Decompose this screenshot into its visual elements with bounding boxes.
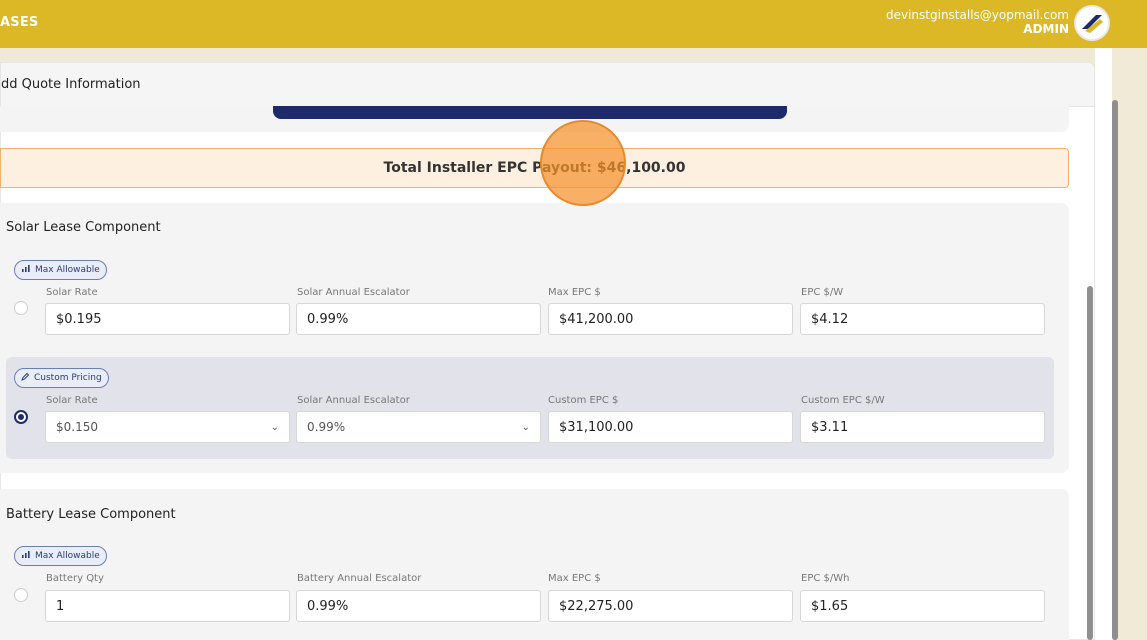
solar-section-title: Solar Lease Component	[6, 220, 161, 235]
custom-epc-input[interactable]: $31,100.00	[548, 411, 793, 443]
panel-scrollbar-track[interactable]	[1095, 48, 1112, 640]
company-logo-icon[interactable]	[1074, 5, 1110, 41]
battery-max-allowable-radio[interactable]	[14, 588, 28, 602]
top-header-bar: ASES devinstginstalls@yopmail.com ADMIN	[0, 0, 1147, 48]
field-label: EPC $/Wh	[801, 573, 850, 584]
custom-epc-per-watt-input[interactable]: $3.11	[800, 411, 1045, 443]
solar-custom-pricing-badge: Custom Pricing	[14, 368, 109, 388]
field-label: EPC $/W	[801, 287, 844, 298]
battery-lease-section: Battery Lease Component Max Allowable Ba…	[0, 489, 1069, 640]
custom-pricing-box	[6, 357, 1054, 459]
page-scrollbar-thumb[interactable]	[1112, 100, 1118, 640]
solar-custom-pricing-radio[interactable]	[14, 410, 28, 424]
user-role: ADMIN	[1023, 22, 1069, 36]
battery-epc-per-wh-input[interactable]: $1.65	[800, 590, 1045, 622]
pencil-icon	[21, 372, 30, 384]
battery-escalator-input[interactable]: 0.99%	[296, 590, 541, 622]
battery-max-epc-input[interactable]: $22,275.00	[548, 590, 793, 622]
field-label: Max EPC $	[548, 573, 601, 584]
panel-scrollbar-thumb[interactable]	[1087, 286, 1093, 640]
field-label: Custom EPC $/W	[801, 395, 885, 406]
panel-title: dd Quote Information	[1, 77, 141, 92]
battery-section-title: Battery Lease Component	[6, 507, 176, 522]
select-value: 0.99%	[307, 420, 346, 434]
max-epc-input[interactable]: $41,200.00	[548, 303, 793, 335]
battery-qty-input[interactable]: 1	[45, 590, 290, 622]
solar-rate-select[interactable]: $0.150 ⌄	[45, 411, 290, 443]
solar-max-allowable-badge: Max Allowable	[14, 260, 107, 280]
panel-header: dd Quote Information	[1, 63, 1094, 107]
chart-icon	[21, 550, 31, 562]
primary-action-button[interactable]	[273, 106, 787, 119]
field-label: Custom EPC $	[548, 395, 619, 406]
solar-lease-section: Solar Lease Component Max Allowable Sola…	[0, 203, 1069, 473]
user-email[interactable]: devinstginstalls@yopmail.com	[886, 8, 1069, 22]
chart-icon	[21, 264, 31, 276]
battery-max-allowable-badge: Max Allowable	[14, 546, 107, 566]
field-label: Battery Annual Escalator	[297, 573, 422, 584]
solar-rate-max-input[interactable]: $0.195	[45, 303, 290, 335]
chevron-down-icon: ⌄	[270, 421, 279, 433]
field-label: Max EPC $	[548, 287, 601, 298]
field-label: Solar Rate	[46, 287, 98, 298]
badge-label: Custom Pricing	[34, 373, 102, 383]
badge-label: Max Allowable	[35, 551, 100, 561]
epc-per-watt-input[interactable]: $4.12	[800, 303, 1045, 335]
total-payout-banner: Total Installer EPC Payout: $46,100.00	[0, 148, 1069, 188]
solar-max-allowable-radio[interactable]	[14, 301, 28, 315]
select-value: $0.150	[56, 420, 98, 434]
field-label: Solar Rate	[46, 395, 98, 406]
solar-escalator-max-input[interactable]: 0.99%	[296, 303, 541, 335]
brand-label[interactable]: ASES	[0, 15, 38, 30]
field-label: Battery Qty	[46, 573, 104, 584]
field-label: Solar Annual Escalator	[297, 395, 410, 406]
badge-label: Max Allowable	[35, 265, 100, 275]
solar-escalator-select[interactable]: 0.99% ⌄	[296, 411, 541, 443]
click-indicator	[540, 120, 626, 206]
chevron-down-icon: ⌄	[521, 421, 530, 433]
field-label: Solar Annual Escalator	[297, 287, 410, 298]
